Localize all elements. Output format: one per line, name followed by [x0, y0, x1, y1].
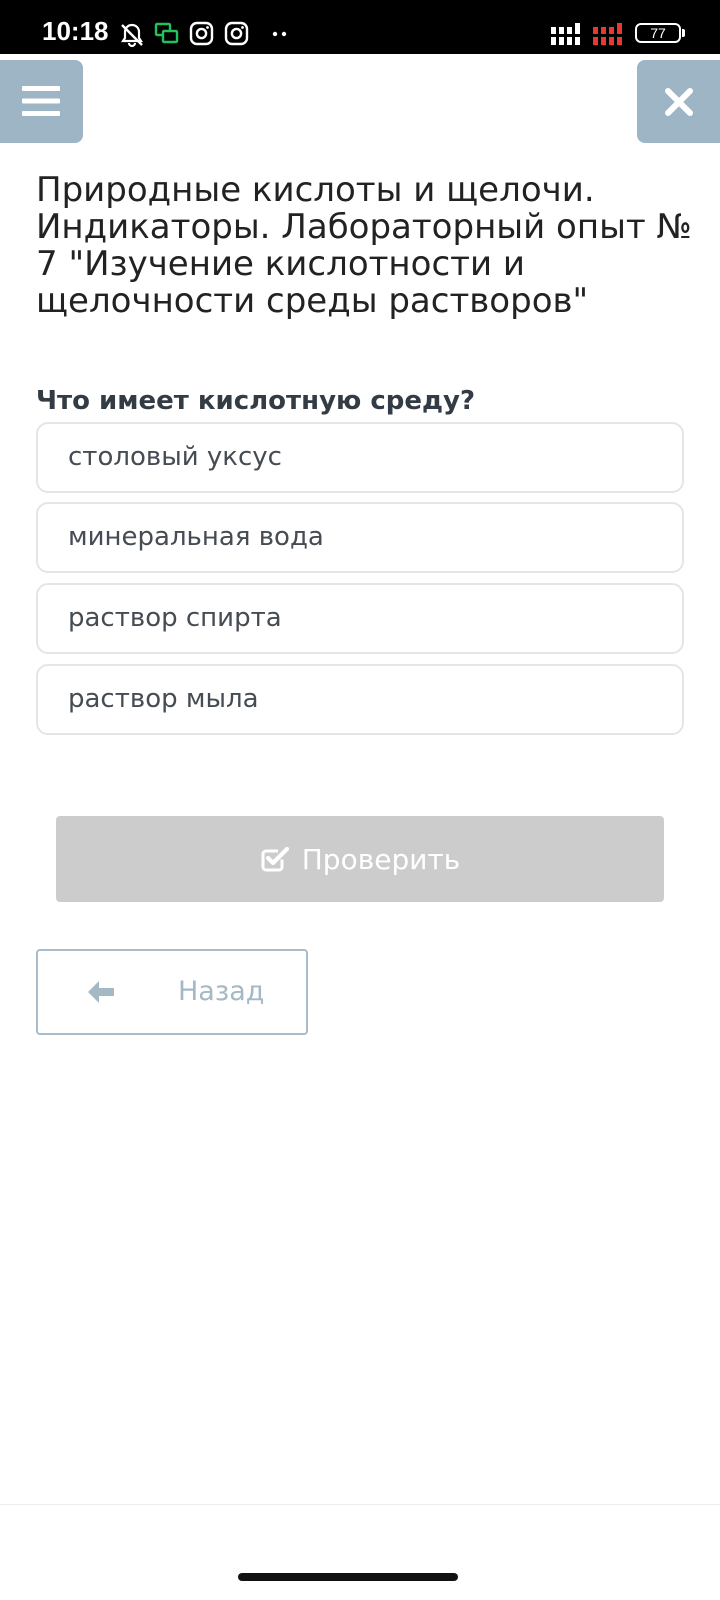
- instagram-icon: [189, 21, 214, 46]
- battery-level: 77: [650, 25, 666, 41]
- instagram-icon: [224, 21, 249, 46]
- signal-icon: [551, 23, 580, 45]
- back-button[interactable]: Назад: [36, 949, 308, 1035]
- battery-tip: [682, 29, 685, 37]
- answer-option[interactable]: раствор мыла: [36, 664, 684, 735]
- answer-option[interactable]: минеральная вода: [36, 502, 684, 573]
- close-icon: [665, 88, 693, 116]
- answer-option[interactable]: раствор спирта: [36, 583, 684, 654]
- answer-option[interactable]: столовый уксус: [36, 422, 684, 493]
- question-text: Что имеет кислотную среду?: [36, 386, 476, 416]
- chat-icon: [154, 22, 179, 44]
- page-title: Природные кислоты и щелочи. Индикаторы. …: [36, 170, 692, 321]
- back-button-label: Назад: [178, 976, 265, 1007]
- status-bar: 10:18 77: [0, 0, 720, 54]
- battery-icon: 77: [635, 23, 681, 43]
- nav-divider: [0, 1504, 720, 1505]
- arrow-left-icon: [86, 979, 116, 1005]
- menu-button[interactable]: [0, 60, 83, 143]
- hamburger-menu-icon: [22, 86, 60, 116]
- home-indicator[interactable]: [238, 1573, 458, 1581]
- more-dots-icon: [272, 31, 287, 37]
- close-button[interactable]: [637, 60, 720, 143]
- signal-icon: [593, 23, 622, 45]
- status-time: 10:18: [42, 16, 109, 46]
- checkbox-checked-icon: [260, 845, 290, 873]
- check-button[interactable]: Проверить: [56, 816, 664, 902]
- check-button-label: Проверить: [301, 842, 461, 876]
- bell-muted-icon: [120, 23, 144, 48]
